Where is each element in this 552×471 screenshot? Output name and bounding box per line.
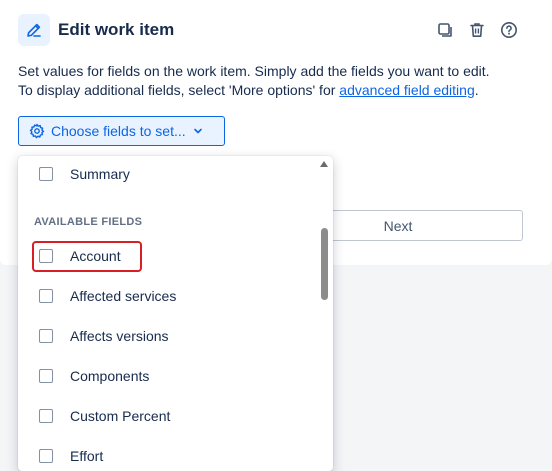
effort-checkbox[interactable] [39, 449, 53, 463]
option-components[interactable]: Components [18, 356, 318, 396]
panel-title: Edit work item [58, 20, 175, 39]
help-icon[interactable] [497, 18, 521, 42]
option-affects-versions[interactable]: Affects versions [18, 316, 318, 356]
dropdown-scroll-thumb[interactable] [321, 228, 328, 300]
option-label: Affects versions [70, 328, 169, 344]
gear-icon [29, 123, 45, 139]
option-label: Custom Percent [70, 408, 171, 424]
summary-checkbox[interactable] [39, 167, 53, 181]
affected-services-checkbox[interactable] [39, 289, 53, 303]
available-fields-heading: AVAILABLE FIELDS [34, 216, 143, 228]
option-label: Affected services [70, 288, 177, 304]
trash-icon[interactable] [465, 18, 489, 42]
chevron-down-icon [193, 128, 202, 134]
description-line-2: To display additional fields, select 'Mo… [18, 82, 340, 98]
choose-fields-button[interactable]: Choose fields to set... [18, 116, 225, 146]
edit-pencil-icon [18, 14, 50, 46]
option-affected-services[interactable]: Affected services [18, 276, 318, 316]
choose-fields-label: Choose fields to set... [51, 123, 186, 139]
affects-versions-checkbox[interactable] [39, 329, 53, 343]
fields-dropdown-menu: Summary AVAILABLE FIELDS Account Affecte… [18, 156, 333, 471]
option-label: Effort [70, 448, 104, 464]
account-highlight-box [32, 241, 142, 272]
scroll-up-arrow-icon[interactable] [320, 161, 328, 167]
option-summary[interactable]: Summary [18, 156, 318, 194]
advanced-field-editing-link[interactable]: advanced field editing [339, 82, 474, 98]
panel-description: Set values for fields on the work item. … [18, 62, 538, 100]
components-checkbox[interactable] [39, 369, 53, 383]
custom-percent-checkbox[interactable] [39, 409, 53, 423]
description-line-2-end: . [474, 82, 479, 98]
option-label: Summary [70, 166, 130, 182]
description-line-1: Set values for fields on the work item. … [18, 63, 490, 79]
option-custom-percent[interactable]: Custom Percent [18, 396, 318, 436]
option-effort[interactable]: Effort [18, 436, 318, 471]
option-label: Components [70, 368, 150, 384]
copy-icon[interactable] [433, 18, 457, 42]
